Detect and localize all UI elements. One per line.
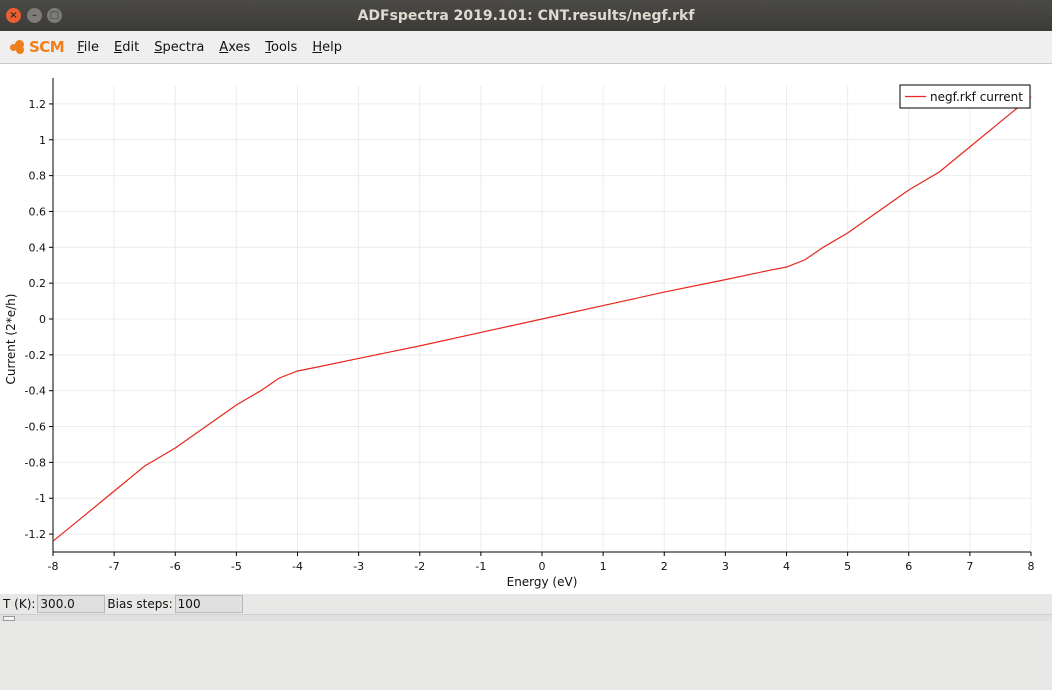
temperature-label: T (K):: [3, 597, 36, 611]
minimize-window-button[interactable]: –: [27, 8, 42, 23]
x-tick-label: -7: [109, 560, 120, 573]
x-tick-label: -6: [170, 560, 181, 573]
maximize-window-button[interactable]: □: [47, 8, 62, 23]
y-tick-label: -1.2: [25, 528, 46, 541]
plot-area[interactable]: -8 -7 -6 -5 -4 -3 -2 -1 0 1 2 3 4 5 6 7 8 -1.2 -1 -0.8 -0.6 -…: [0, 64, 1052, 594]
y-tick-label: 0.2: [29, 277, 47, 290]
x-tick-label: 1: [600, 560, 607, 573]
legend-label: negf.rkf current: [930, 90, 1023, 104]
x-tick-label: 5: [844, 560, 851, 573]
x-tick-label: 0: [539, 560, 546, 573]
minimize-icon: –: [32, 9, 37, 21]
menu-axes[interactable]: Axes: [218, 38, 251, 57]
y-tick-label: 0.6: [29, 205, 47, 218]
y-tick-label: -0.6: [25, 421, 46, 434]
y-tick-label: -0.2: [25, 349, 46, 362]
y-tick-label: 1: [39, 134, 46, 147]
menu-edit[interactable]: Edit: [113, 38, 140, 57]
x-tick-label: -2: [414, 560, 425, 573]
maximize-icon: □: [49, 9, 60, 21]
y-tick-label: 0.8: [29, 170, 47, 183]
menu-tools[interactable]: Tools: [264, 38, 298, 57]
panel-splitter[interactable]: [0, 614, 1052, 621]
y-tick-label: -1: [35, 492, 46, 505]
bias-steps-label: Bias steps:: [107, 597, 173, 611]
x-tick-label: 3: [722, 560, 729, 573]
temperature-input[interactable]: [37, 595, 106, 613]
y-tick-label: 0.4: [29, 241, 47, 254]
window-titlebar: × – □ ADFspectra 2019.101: CNT.results/n…: [0, 0, 1052, 31]
scm-logo-icon: [10, 40, 27, 54]
y-axis-label: Current (2*e/h): [4, 294, 18, 385]
close-icon: ×: [9, 9, 18, 21]
x-tick-label: 7: [966, 560, 973, 573]
x-tick-label: -1: [475, 560, 486, 573]
bias-steps-input[interactable]: [174, 595, 243, 613]
menu-file[interactable]: File: [76, 38, 100, 57]
bottom-panel: [0, 621, 1052, 690]
y-tick-label: 1.2: [29, 98, 47, 111]
menu-spectra[interactable]: Spectra: [153, 38, 205, 57]
close-window-button[interactable]: ×: [6, 8, 21, 23]
x-tick-label: 6: [905, 560, 912, 573]
scm-logo-text: SCM: [29, 38, 65, 56]
x-tick-label: -5: [231, 560, 242, 573]
x-tick-label: -8: [48, 560, 59, 573]
x-tick-label: -3: [353, 560, 364, 573]
window-title: ADFspectra 2019.101: CNT.results/negf.rk…: [357, 7, 695, 24]
x-axis-label: Energy (eV): [507, 575, 578, 589]
y-tick-label: -0.4: [25, 385, 46, 398]
y-tick-label: 0: [39, 313, 46, 326]
x-tick-label: 4: [783, 560, 790, 573]
menubar: SCM File Edit Spectra Axes Tools Help: [0, 31, 1052, 64]
x-tick-label: 2: [661, 560, 668, 573]
y-tick-label: -0.8: [25, 456, 46, 469]
x-tick-label: -4: [292, 560, 303, 573]
scm-logo[interactable]: SCM: [10, 38, 65, 56]
statusbar: T (K): Bias steps:: [0, 594, 1052, 614]
x-tick-label: 8: [1028, 560, 1035, 573]
menu-help[interactable]: Help: [311, 38, 343, 57]
current-energy-chart[interactable]: -8 -7 -6 -5 -4 -3 -2 -1 0 1 2 3 4 5 6 7 8 -1.2 -1 -0.8 -0.6 -…: [0, 64, 1052, 594]
